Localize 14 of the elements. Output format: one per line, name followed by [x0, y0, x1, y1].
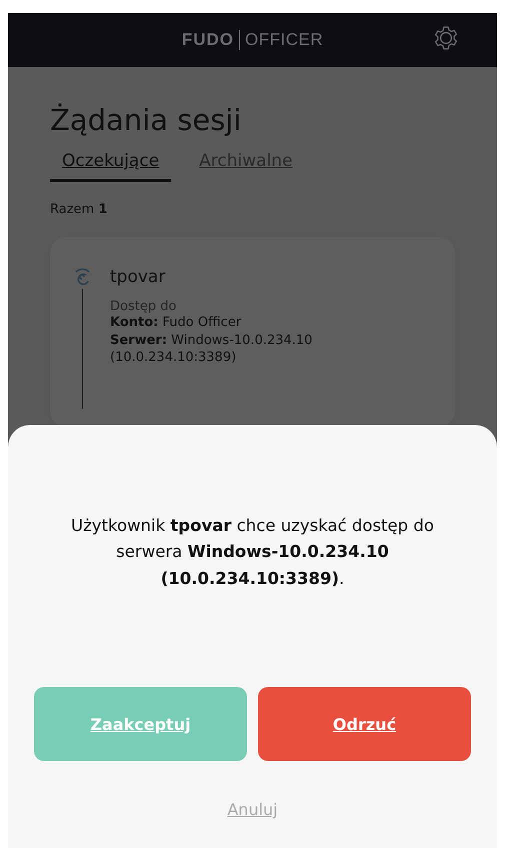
- tab[interactable]: Oczekujące: [50, 151, 172, 182]
- request-card[interactable]: tpovar Dostęp do Konto: Fudo Officer Serwer: Windows-10.0.234.10 (10.0.234.10:3389): [50, 237, 455, 427]
- server-line: Serwer: Windows-10.0.234.10 (10.0.234.10:3389): [110, 332, 312, 367]
- page-title: Żądania sesji: [50, 103, 242, 137]
- accept-button[interactable]: Zaakceptuj: [34, 687, 247, 762]
- account-line: Konto: Fudo Officer: [110, 314, 242, 332]
- cancel-link[interactable]: Anuluj: [221, 799, 284, 820]
- app-logo: FUDO OFFICER: [182, 30, 324, 50]
- total-count: Razem 1: [50, 202, 108, 217]
- settings-icon[interactable]: [433, 25, 459, 51]
- request-user: tpovar: [110, 267, 166, 287]
- dialog-message: Użytkownik tpovar chce uzyskać dostęp do serwera Windows-10.0.234.10 (10.0.234.10:3389).: [70, 515, 435, 590]
- access-label: Dostęp do: [110, 299, 178, 314]
- reject-button[interactable]: Odrzuć: [258, 687, 471, 762]
